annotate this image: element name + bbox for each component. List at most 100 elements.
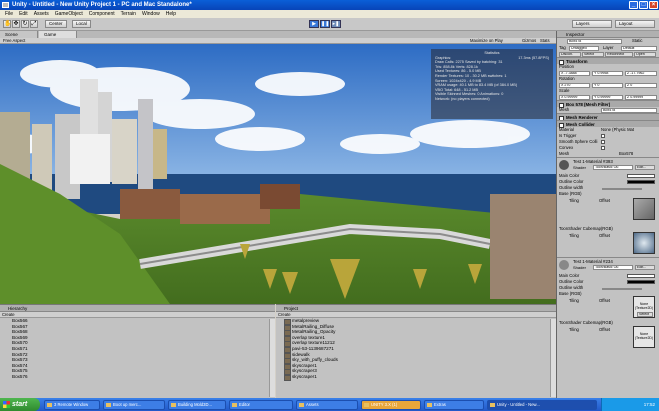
move-tool-icon[interactable]: ✥ [12, 20, 20, 28]
tab-scene[interactable]: Scene [0, 31, 38, 38]
cubemap-label: ToonShader Cubemap(RGB) [559, 226, 613, 231]
taskbar-item[interactable]: Assets [296, 400, 358, 410]
outline-color-swatch[interactable] [627, 280, 655, 284]
maximize-button[interactable]: □ [639, 1, 648, 9]
material-1-shader-label: Shader [573, 165, 586, 170]
menu-assets[interactable]: Assets [31, 11, 52, 17]
taskbar-item[interactable]: UNITY 3.X (1) [361, 400, 421, 410]
material-2-section: Test 1-Material #234 Shader Toon/Basic O… [557, 257, 659, 353]
hierarchy-panel: Hierarchy Create Box566 Box567 Box568 Bo… [0, 304, 275, 398]
cubemap-texture-slot[interactable]: None (Texture2D) [633, 326, 655, 348]
object-name-field[interactable]: Box578 [567, 39, 622, 44]
tab-game[interactable]: Game [39, 31, 77, 38]
play-button[interactable]: ▶ [309, 20, 319, 28]
tiling-label: Tiling [569, 327, 579, 332]
taskbar-item[interactable]: Boot up merc... [103, 400, 165, 410]
base-label: Base (RGB) [559, 191, 582, 196]
menu-terrain[interactable]: Terrain [118, 11, 139, 17]
taskbar-item[interactable]: Editor [229, 400, 293, 410]
minimize-button[interactable]: _ [629, 1, 638, 9]
base-label: Base (RGB) [559, 291, 582, 296]
rotation-y-field[interactable]: Y 0 [592, 83, 623, 88]
stats-fps: 17.3ms (57.8FPS) [518, 55, 549, 60]
position-x-field[interactable]: X -7.3888 [559, 71, 590, 76]
outline-width-slider[interactable] [602, 288, 642, 290]
mesh-field[interactable]: Box578 [601, 108, 657, 113]
taskbar-item[interactable]: 3 Remote Window [44, 400, 100, 410]
texture-select-button[interactable]: Select [637, 312, 653, 317]
prefab-open-button[interactable]: Open [634, 52, 656, 57]
mesh-collider-header[interactable]: Mesh Collider [557, 120, 659, 128]
list-item[interactable]: skyscraper1 [280, 374, 556, 381]
menu-edit[interactable]: Edit [16, 11, 31, 17]
position-y-field[interactable]: Y 0.9958 [592, 71, 623, 76]
outline-width-slider[interactable] [602, 188, 642, 190]
layout-dropdown[interactable]: Layout [615, 20, 655, 28]
project-title[interactable]: Project [276, 305, 556, 312]
cubemap-texture-slot[interactable] [633, 232, 655, 254]
menu-help[interactable]: Help [163, 11, 179, 17]
convex-checkbox[interactable] [601, 146, 605, 150]
material-sphere-icon [559, 160, 569, 170]
project-panel: Project Create metalpreview MetalRailing… [276, 304, 556, 398]
tag-dropdown[interactable]: Untagged [569, 46, 599, 51]
pause-button[interactable]: ❚❚ [320, 20, 330, 28]
clock: 17:52 [643, 402, 655, 407]
material-2-title: Test 1-Material #234 [573, 259, 613, 264]
material-2-edit-button[interactable]: Edit... [635, 265, 655, 270]
hierarchy-title[interactable]: Hierarchy [0, 305, 275, 312]
start-button[interactable]: start [0, 398, 40, 411]
pivot-toggle[interactable]: Center [45, 20, 67, 28]
smooth-sphere-checkbox[interactable] [601, 140, 605, 144]
hierarchy-scrollbar[interactable] [269, 319, 275, 397]
material-2-shader-dropdown[interactable]: Toon/Basic Ou [593, 265, 633, 270]
scale-x-field[interactable]: X 0.99999 [559, 95, 590, 100]
scale-y-field[interactable]: Y 0.99999 [592, 95, 623, 100]
taskbar-item-unity[interactable]: Unity - Untitled - New... [487, 400, 597, 410]
unity-logo-icon [2, 2, 9, 8]
position-z-field[interactable]: Z -17.7962 [625, 71, 657, 76]
outline-color-swatch[interactable] [627, 180, 655, 184]
menu-file[interactable]: File [2, 11, 16, 17]
static-checkbox[interactable]: Static [632, 38, 642, 44]
prefab-reconnect-button[interactable]: Reconnect [605, 52, 633, 57]
mesh-filter-header[interactable]: Box 578 (Mesh Filter) [557, 100, 659, 108]
menu-window[interactable]: Window [139, 11, 163, 17]
close-button[interactable]: × [649, 1, 658, 9]
menu-gameobject[interactable]: GameObject [52, 11, 86, 17]
rotate-tool-icon[interactable]: ↻ [21, 20, 29, 28]
main-color-swatch[interactable] [627, 174, 655, 178]
is-trigger-checkbox[interactable] [601, 134, 605, 138]
taskbar-item[interactable]: Building Mold3D... [168, 400, 226, 410]
title-bar: Unity - Untitled - New Unity Project 1 -… [0, 0, 659, 10]
main-color-swatch[interactable] [627, 274, 655, 278]
hierarchy-list: Box566 Box567 Box568 Box569 Box570 Box57… [0, 318, 275, 380]
scale-tool-icon[interactable]: ⤢ [30, 20, 38, 28]
tiling-label: Tiling [569, 298, 579, 303]
tag-label: Tag [559, 45, 566, 50]
scale-z-field[interactable]: Z 0.99999 [625, 95, 657, 100]
menu-component[interactable]: Component [86, 11, 118, 17]
material-1-edit-button[interactable]: Edit... [635, 165, 655, 170]
taskbar-item[interactable]: Extras [424, 400, 484, 410]
material-1-shader-dropdown[interactable]: Toon/Basic Ou [593, 165, 633, 170]
prefab-disconnect-button[interactable]: Discon. [559, 52, 581, 57]
material-sphere-icon [559, 260, 569, 270]
transform-header[interactable]: Transform [557, 57, 659, 65]
step-button[interactable]: ▸❚ [331, 20, 341, 28]
material-1-section: Test 1-Material #393 Shader Toon/Basic O… [557, 157, 659, 257]
layer-dropdown[interactable]: Default [621, 46, 657, 51]
prefab-select-button[interactable]: Select [582, 52, 604, 57]
rotation-x-field[interactable]: X 270 [559, 83, 590, 88]
mesh-renderer-header[interactable]: Mesh Renderer [557, 113, 659, 121]
space-toggle[interactable]: Local [72, 20, 91, 28]
base-texture-slot[interactable] [633, 198, 655, 220]
inspector-title[interactable]: Inspector [557, 31, 659, 38]
rotation-z-field[interactable]: Z 0 [625, 83, 657, 88]
layers-dropdown[interactable]: Layers [572, 20, 612, 28]
list-item[interactable]: Box576 [12, 374, 275, 380]
project-list: metalpreview MetalRailing_Diffuse MetalR… [276, 318, 556, 381]
game-view[interactable]: Statistics Graphics: 17.3ms (57.8FPS) Dr… [0, 44, 556, 304]
hand-tool-icon[interactable]: ✋ [3, 20, 11, 28]
mesh-label: Mesh [559, 107, 570, 112]
